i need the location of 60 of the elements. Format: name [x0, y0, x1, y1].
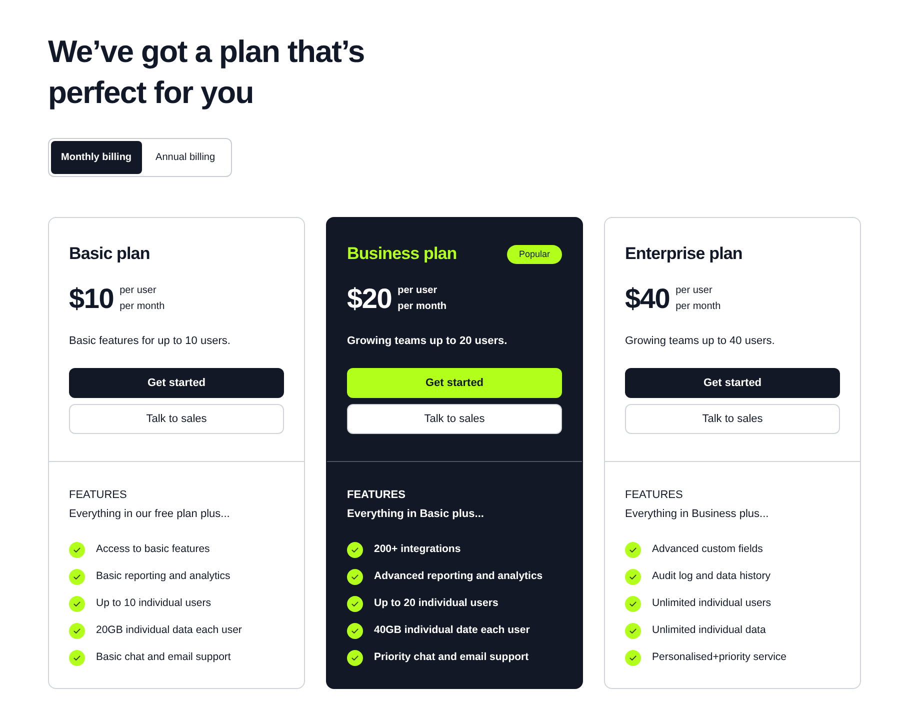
feature-item: 40GB individual date each user — [374, 623, 530, 638]
feature-item: Advanced reporting and analytics — [374, 569, 543, 584]
popular-badge: Popular — [506, 244, 562, 264]
price-unit: per user — [676, 284, 714, 298]
feature-item: Up to 20 individual users — [374, 596, 498, 612]
page-heading: We’ve got a plan that’s perfect for you — [48, 33, 366, 112]
check-circle-icon — [625, 542, 641, 558]
features-intro: Everything in Business plus... — [625, 507, 770, 521]
get-started-button[interactable]: Get started — [347, 368, 562, 398]
check-circle-icon — [347, 650, 363, 666]
check-circle-icon — [625, 569, 641, 585]
check-circle-icon — [347, 542, 363, 558]
check-circle-icon — [625, 650, 641, 666]
price-unit: per month — [398, 300, 447, 314]
price-unit: per user — [120, 284, 158, 298]
price-unit: per user — [398, 284, 438, 298]
feature-item: Basic chat and email support — [96, 650, 231, 666]
features-label: FEATURES — [347, 488, 406, 502]
check-circle-icon — [347, 596, 363, 612]
feature-item: Basic reporting and analytics — [96, 569, 230, 584]
check-circle-icon — [69, 623, 85, 639]
price: $20 — [347, 282, 392, 316]
feature-item: Access to basic features — [96, 542, 210, 558]
feature-item: Advanced custom fields — [652, 542, 763, 558]
features-intro: Everything in our free plan plus... — [69, 507, 231, 521]
price: $40 — [625, 282, 670, 316]
check-circle-icon — [69, 542, 85, 558]
check-circle-icon — [69, 650, 85, 666]
feature-item: Unlimited individual users — [652, 596, 772, 612]
talk-to-sales-button[interactable]: Talk to sales — [69, 404, 284, 434]
plan-name: Business plan — [347, 243, 457, 266]
billing-tab[interactable]: Monthly billing — [51, 141, 142, 174]
features-label: FEATURES — [69, 488, 128, 502]
feature-item: Up to 10 individual users — [96, 596, 211, 612]
talk-to-sales-button[interactable]: Talk to sales — [625, 404, 840, 434]
features-intro: Everything in Basic plus... — [347, 507, 485, 521]
feature-item: Personalised+priority service — [652, 650, 787, 666]
feature-item: Unlimited individual data — [652, 623, 766, 638]
talk-to-sales-button[interactable]: Talk to sales — [347, 404, 562, 434]
plan-name: Enterprise plan — [625, 243, 742, 266]
feature-item: Priority chat and email support — [374, 650, 529, 666]
plan-description: Growing teams up to 40 users. — [625, 334, 776, 349]
plan-description: Growing teams up to 20 users. — [347, 334, 508, 349]
get-started-button[interactable]: Get started — [625, 368, 840, 398]
feature-item: 20GB individual data each user — [96, 623, 242, 638]
check-circle-icon — [69, 596, 85, 612]
plan-description: Basic features for up to 10 users. — [69, 334, 232, 349]
check-circle-icon — [347, 569, 363, 585]
check-circle-icon — [69, 569, 85, 585]
feature-item: Audit log and data history — [652, 569, 770, 584]
price-unit: per month — [676, 300, 721, 314]
plan-name: Basic plan — [69, 243, 150, 266]
check-circle-icon — [625, 623, 641, 639]
get-started-button[interactable]: Get started — [69, 368, 284, 398]
price-unit: per month — [120, 300, 165, 314]
check-circle-icon — [347, 623, 363, 639]
price: $10 — [69, 282, 114, 316]
feature-item: 200+ integrations — [374, 542, 461, 558]
check-circle-icon — [625, 596, 641, 612]
features-label: FEATURES — [625, 488, 684, 502]
